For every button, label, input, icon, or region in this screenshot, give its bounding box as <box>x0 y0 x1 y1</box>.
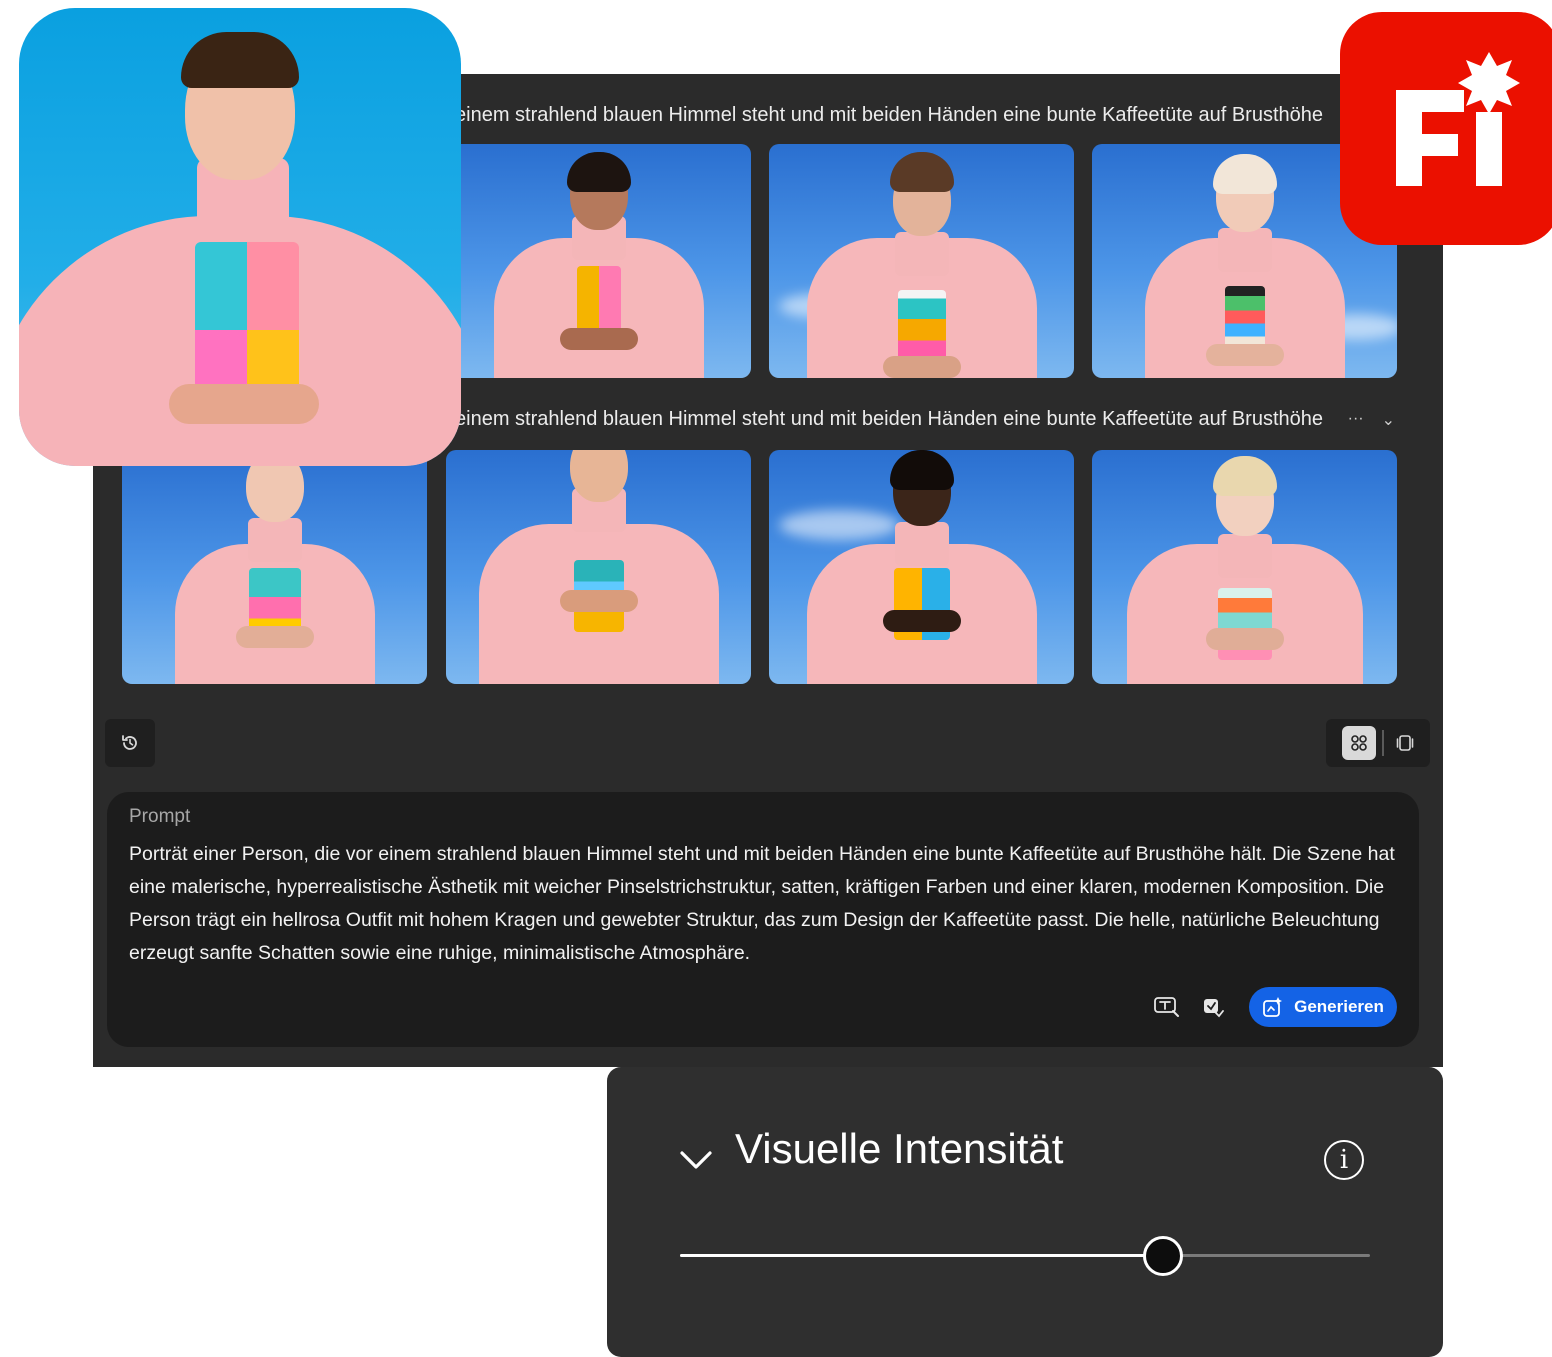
image-sparkle-icon <box>1204 999 1224 1018</box>
history-button[interactable] <box>105 719 155 767</box>
style-reference-button[interactable] <box>1197 991 1229 1023</box>
firefly-logo-icon <box>1396 52 1520 186</box>
text-effects-icon <box>1154 997 1179 1017</box>
info-icon[interactable]: i <box>1324 1140 1364 1180</box>
more-options-icon[interactable]: ··· <box>1348 410 1364 430</box>
generated-image-8[interactable] <box>1092 450 1397 684</box>
text-style-button[interactable] <box>1151 991 1183 1023</box>
single-view-icon <box>1396 735 1414 751</box>
grid-view-button[interactable] <box>1342 726 1376 760</box>
generated-image-2[interactable] <box>446 144 751 378</box>
grid-view-icon <box>1351 735 1367 751</box>
reference-image <box>19 8 461 466</box>
generated-image-6[interactable] <box>446 450 751 684</box>
intensity-slider-handle[interactable] <box>1143 1236 1183 1276</box>
prompt-input[interactable]: Porträt einer Person, die vor einem stra… <box>129 838 1399 970</box>
generated-image-3[interactable] <box>769 144 1074 378</box>
generated-image-5[interactable] <box>122 450 427 684</box>
generate-button[interactable]: Generieren <box>1249 987 1397 1027</box>
generate-label: Generieren <box>1294 997 1384 1016</box>
generate-sparkle-icon <box>1263 997 1283 1017</box>
intensity-slider-fill <box>680 1254 1163 1257</box>
chevron-down-icon[interactable]: ⌄ <box>1382 410 1395 430</box>
visual-intensity-panel: Visuelle Intensität i <box>607 1067 1443 1357</box>
generated-image-7[interactable] <box>769 450 1074 684</box>
prompt-label: Prompt <box>129 806 191 827</box>
prompt-box[interactable]: Prompt Porträt einer Person, die vor ein… <box>107 792 1419 1047</box>
slider-title: Visuelle Intensität <box>735 1125 1064 1172</box>
single-view-button[interactable] <box>1396 734 1414 752</box>
intensity-slider-track[interactable] <box>680 1236 1370 1276</box>
row-2-actions: ··· ⌄ <box>1348 410 1395 430</box>
firefly-logo <box>1340 12 1552 245</box>
chevron-down-icon[interactable] <box>679 1149 713 1171</box>
history-icon <box>122 735 137 750</box>
view-toggle <box>1326 719 1430 767</box>
